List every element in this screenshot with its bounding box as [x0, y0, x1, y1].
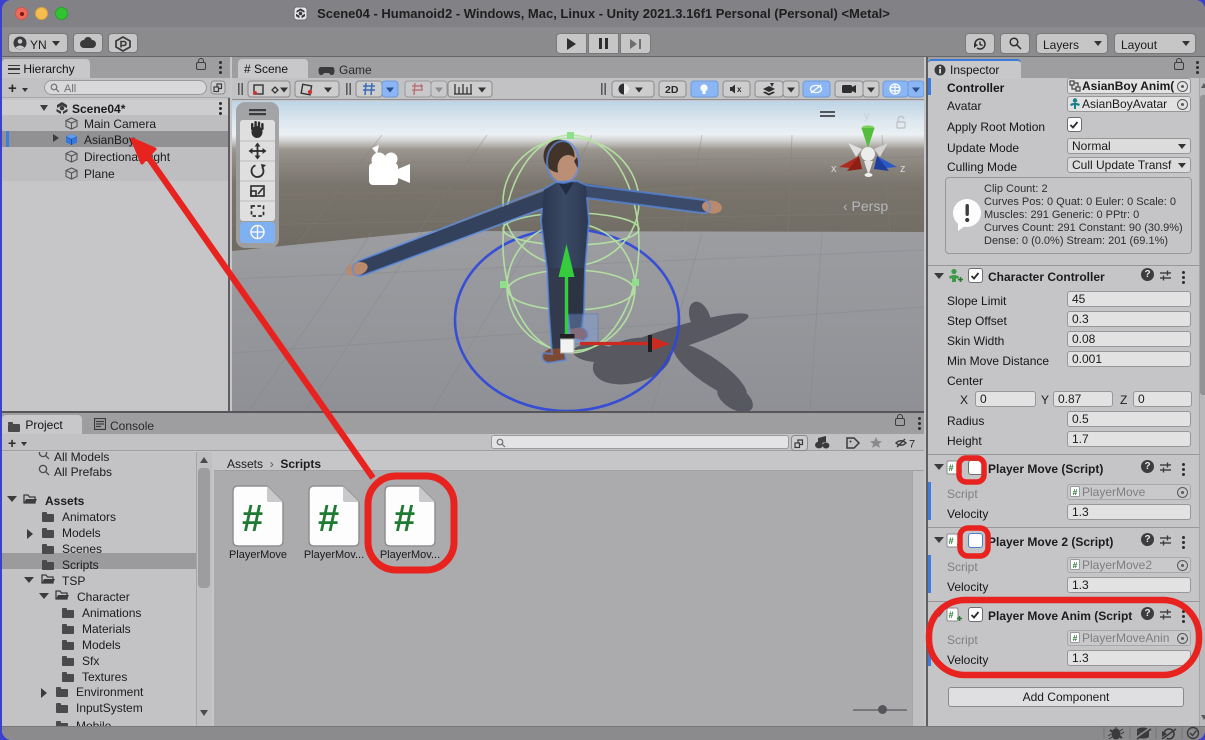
svg-text:2D: 2D [665, 84, 679, 96]
svg-text:x: x [737, 85, 742, 94]
svg-text:7: 7 [909, 439, 915, 451]
svg-text:#: # [949, 536, 954, 546]
svg-text:‹ Persp: ‹ Persp [843, 198, 888, 214]
svg-text:x: x [831, 163, 837, 175]
svg-text:y: y [864, 110, 870, 122]
svg-text:#: # [949, 610, 954, 620]
svg-text:z: z [900, 163, 906, 175]
svg-text:#: # [242, 498, 263, 540]
svg-text:#: # [949, 463, 954, 473]
